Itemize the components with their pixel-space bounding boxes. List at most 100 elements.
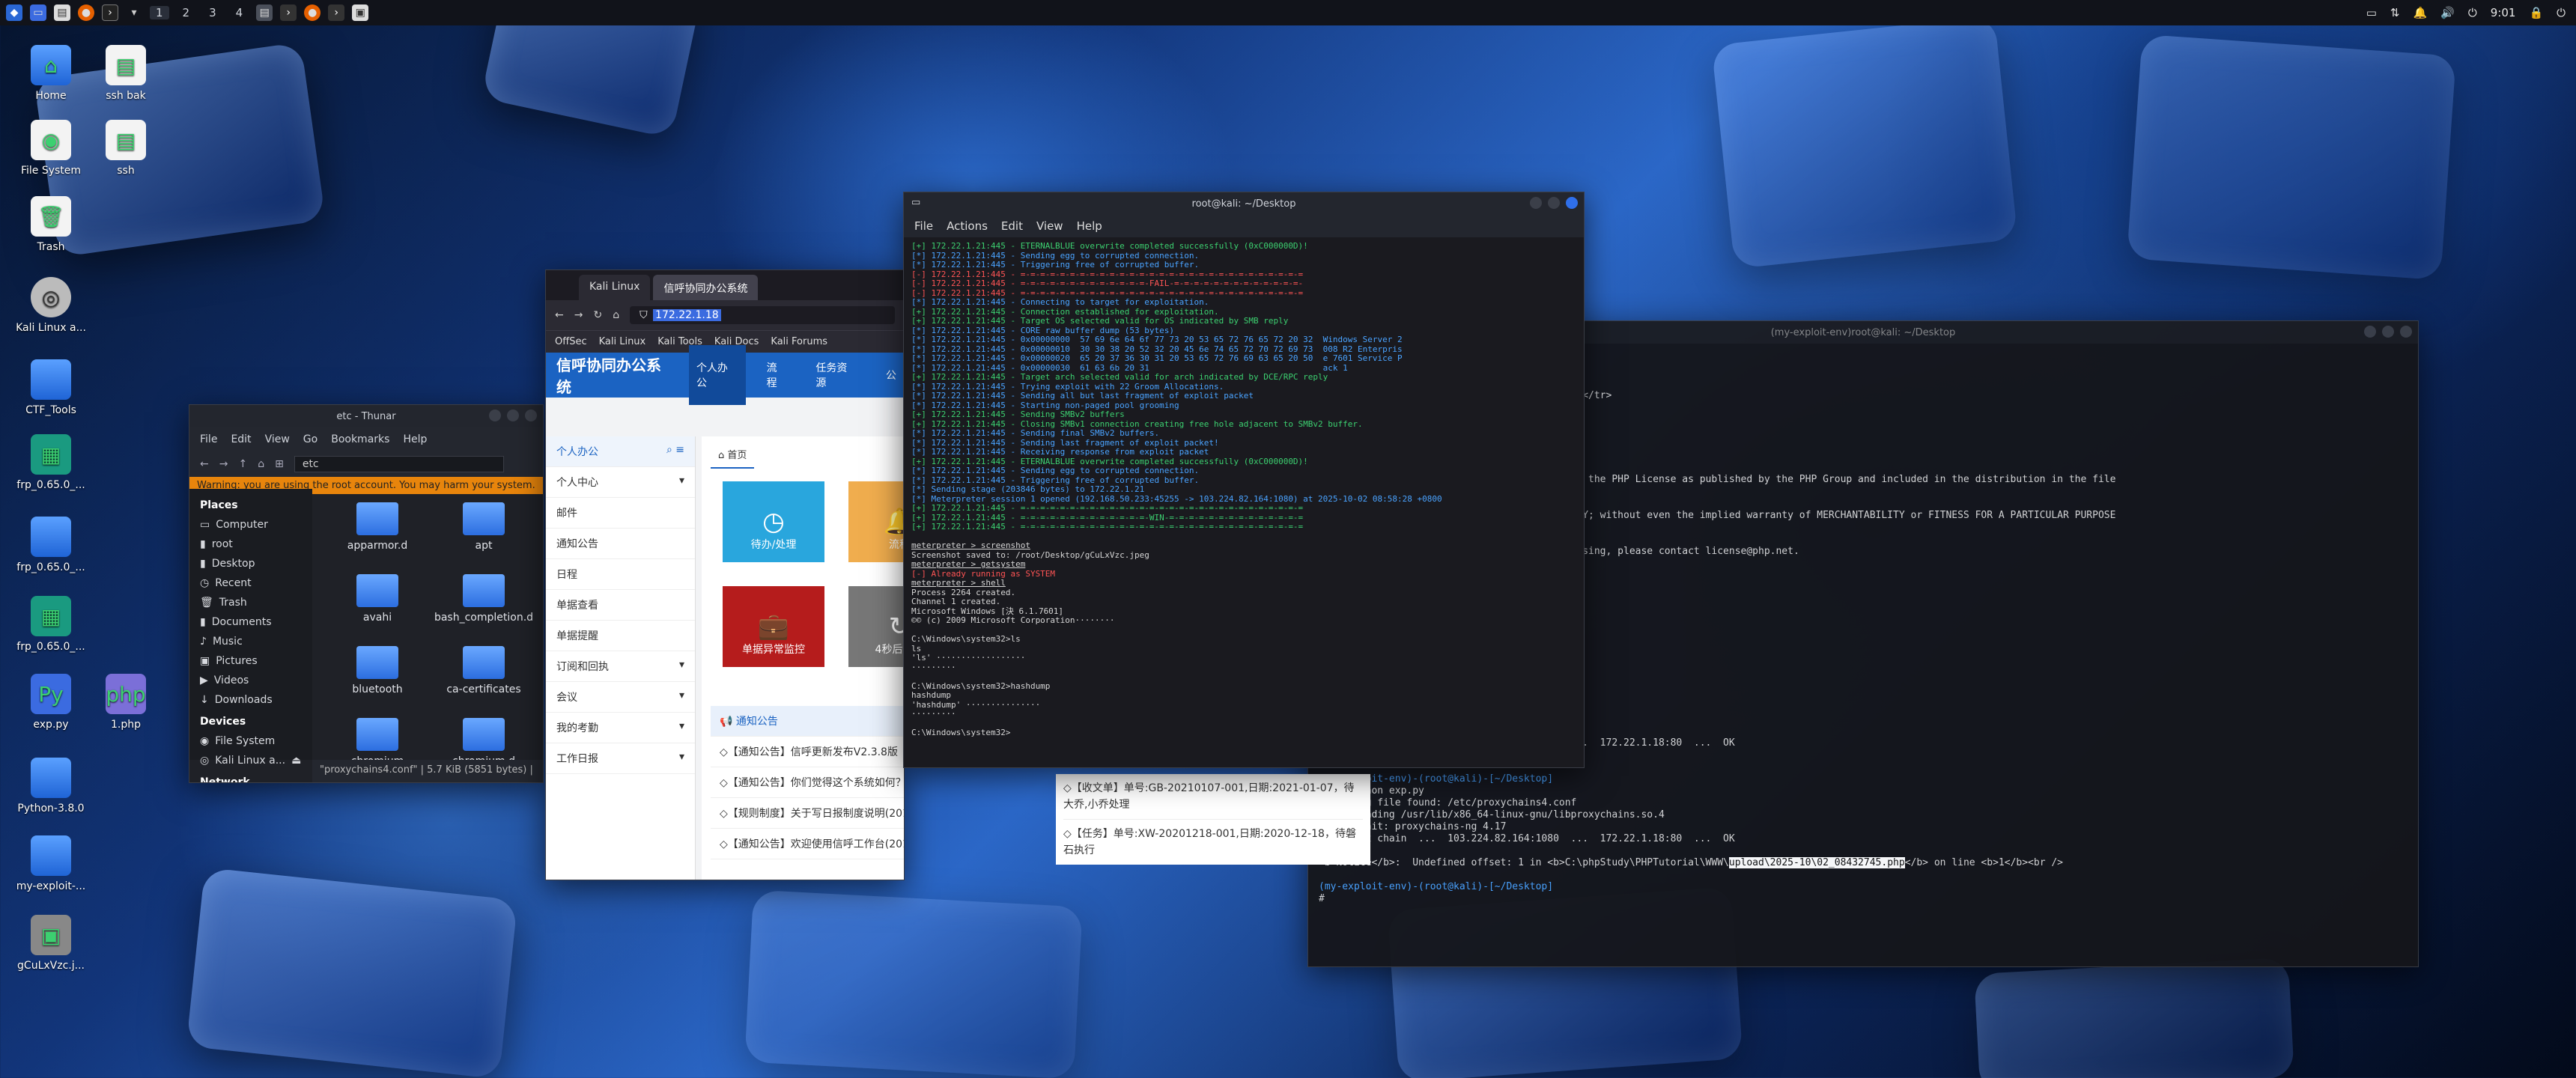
oa-side-item[interactable]: 会议 ▾ (546, 682, 695, 713)
oa-side-item[interactable]: 日程 (546, 559, 695, 590)
forward-arrow-icon[interactable]: → (219, 458, 228, 470)
sidebar-item-pictures[interactable]: ▣ Pictures (195, 651, 306, 671)
notice-item[interactable]: ◇【通知公告】你们觉得这个系统如何？(投票)(2017-08-26) (711, 767, 904, 798)
home-tab[interactable]: ⌂ 首页 (711, 441, 755, 469)
back-arrow-icon[interactable]: ← (200, 458, 209, 470)
tile-monitor[interactable]: 💼 单据异常监控 (723, 586, 824, 667)
up-arrow-icon[interactable]: ↑ (238, 458, 247, 470)
thunar-titlebar[interactable]: etc - Thunar (189, 405, 543, 427)
menu-edit[interactable]: Edit (1001, 219, 1023, 233)
taskbar-app-firefox-icon[interactable]: ● (304, 4, 321, 21)
pending-item[interactable]: ◇【收文单】单号:GB-20210107-001,日期:2021-01-07，待… (1063, 780, 1363, 820)
terminal-window-msf[interactable]: ▭ root@kali: ~/Desktop File Actions Edit… (903, 192, 1585, 768)
oa-nav-tasks[interactable]: 任务资源 (808, 345, 865, 405)
menu-actions[interactable]: Actions (947, 219, 988, 233)
oa-nav-flow[interactable]: 流程 (759, 345, 795, 405)
eject-icon[interactable]: ⏏ (291, 755, 301, 767)
sidebar-item-documents[interactable]: ▮ Documents (195, 612, 306, 632)
desktop-icon-frp-folder[interactable]: frp_0.65.0_... (13, 517, 88, 573)
menu-bookmarks[interactable]: Bookmarks (331, 433, 389, 445)
desktop-icon-exp-py[interactable]: Py exp.py (13, 674, 88, 731)
oa-nav-personal[interactable]: 个人办公 (688, 345, 746, 405)
sidebar-item-trash[interactable]: 🗑 Trash (195, 593, 306, 612)
oa-brand[interactable]: 信呼协同办公系统 (556, 353, 675, 397)
firefox-window[interactable]: Kali Linux 信呼协同办公系统 ← → ↻ ⌂ ⛉ 172.22.1.1… (545, 270, 905, 880)
volume-icon[interactable]: 🔊 (2440, 6, 2455, 19)
display-icon[interactable]: ▭ (2366, 6, 2377, 19)
terminal1-titlebar[interactable]: ▭ root@kali: ~/Desktop (904, 192, 1584, 215)
chevron-down-icon[interactable]: ▾ (126, 4, 142, 21)
close-button[interactable] (2400, 326, 2412, 338)
notice-item[interactable]: ◇【规则制度】关于写日报制度说明(2016-08-01) (711, 798, 904, 829)
tab-xinhu-oa[interactable]: 信呼协同办公系统 (653, 275, 759, 300)
bookmark-kali-linux[interactable]: Kali Linux (599, 336, 646, 347)
tile-todo[interactable]: ◷ 待办/处理 (723, 481, 824, 562)
workspace-2[interactable]: 2 (177, 6, 196, 19)
folder-item[interactable]: apt (431, 495, 537, 567)
workspace-1[interactable]: 1 (150, 6, 169, 19)
folder-item[interactable]: bash_completion.d (431, 567, 537, 639)
kali-menu-icon[interactable]: ◆ (6, 4, 22, 21)
sidebar-item-computer[interactable]: ▭ Computer (195, 515, 306, 535)
workspace-3[interactable]: 3 (203, 6, 222, 19)
sidebar-item-videos[interactable]: ▶ Videos (195, 671, 306, 690)
desktop-icon-ssh[interactable]: ▤ ssh (88, 120, 163, 177)
maximize-button[interactable] (507, 409, 519, 421)
menu-file[interactable]: File (200, 433, 217, 445)
search-icon[interactable]: ⌕ ≡ (666, 444, 684, 459)
tile-flow[interactable]: 🔔流程 (848, 481, 904, 562)
back-arrow-icon[interactable]: ← (555, 309, 564, 321)
desktop-icon-trash[interactable]: 🗑 Trash (13, 196, 88, 253)
folder-item[interactable]: apparmor.d (324, 495, 431, 567)
power-icon[interactable]: ⏻ (2557, 6, 2566, 19)
menu-view[interactable]: View (1036, 219, 1063, 233)
show-desktop-icon[interactable]: ▭ (30, 4, 46, 21)
sidebar-item-downloads[interactable]: ↓ Downloads (195, 690, 306, 710)
menu-help[interactable]: Help (403, 433, 427, 445)
menu-edit[interactable]: Edit (231, 433, 251, 445)
desktop-icon-my-exploit-folder[interactable]: my-exploit-... (13, 835, 88, 892)
workspace-4[interactable]: 4 (230, 6, 249, 19)
menu-file[interactable]: File (914, 219, 933, 233)
firefox-icon[interactable]: ● (78, 4, 94, 21)
lock-icon[interactable]: 🔒 (2529, 6, 2543, 19)
oa-side-item[interactable]: 邮件 (546, 498, 695, 529)
desktop-icon-kali-drive[interactable]: ◎ Kali Linux a... (13, 277, 88, 334)
file-manager-icon[interactable]: ▤ (54, 4, 70, 21)
oa-side-item[interactable]: 工作日报 ▾ (546, 743, 695, 774)
taskbar-app-terminal-icon[interactable]: › (280, 4, 297, 21)
home-icon[interactable]: ⌂ (613, 309, 619, 321)
oa-side-item[interactable]: 我的考勤 ▾ (546, 713, 695, 743)
oa-side-item[interactable]: 单据查看 (546, 590, 695, 621)
minimize-button[interactable] (2364, 326, 2376, 338)
folder-item[interactable]: avahi (324, 567, 431, 639)
oa-side-item[interactable]: 个人中心 ▾ (546, 467, 695, 498)
desktop-icon-ctf-tools[interactable]: CTF_Tools (13, 359, 88, 416)
thunar-window[interactable]: etc - Thunar File Edit View Go Bookmarks… (189, 404, 544, 783)
minimize-button[interactable] (489, 409, 501, 421)
desktop-icon-home[interactable]: ⌂ Home (13, 45, 88, 102)
terminal-icon[interactable]: › (102, 4, 118, 21)
network-icon[interactable]: ⇅ (2390, 6, 2400, 19)
sidebar-item-desktop[interactable]: ▮ Desktop (195, 554, 306, 573)
desktop-icon-ssh-bak[interactable]: ▤ ssh bak (88, 45, 163, 102)
terminal1-output[interactable]: [+] 172.22.1.21:445 - ETERNALBLUE overwr… (904, 237, 1584, 743)
oa-side-item[interactable]: 通知公告 (546, 529, 695, 559)
oa-side-item[interactable]: 单据提醒 (546, 621, 695, 651)
maximize-button[interactable] (1548, 197, 1560, 209)
reload-icon[interactable]: ↻ (593, 309, 602, 321)
sidebar-item-kali-drive[interactable]: ◎ Kali Linux a... ⏏ (195, 751, 306, 770)
notice-item[interactable]: ◇【通知公告】欢迎使用信呼工作台(2016-08-01) (711, 829, 904, 859)
folder-item[interactable]: ca-certificates (431, 639, 537, 710)
forward-arrow-icon[interactable]: → (574, 309, 583, 321)
folder-item[interactable]: bluetooth (324, 639, 431, 710)
tile-refresh[interactable]: ↻4秒后刷新 (848, 586, 904, 667)
desktop-icon-screenshot-jpeg[interactable]: ▣ gCuLxVzc.j... (13, 915, 88, 972)
notification-bell-icon[interactable]: 🔔 (2414, 6, 2428, 19)
notice-item[interactable]: ◇【通知公告】信呼更新发布V2.3.8版 (711, 737, 904, 767)
sidebar-item-recent[interactable]: ◷ Recent (195, 573, 306, 593)
menu-go[interactable]: Go (303, 433, 318, 445)
menu-help[interactable]: Help (1077, 219, 1102, 233)
sidebar-item-music[interactable]: ♪ Music (195, 632, 306, 651)
location-bar[interactable]: etc (294, 456, 504, 472)
